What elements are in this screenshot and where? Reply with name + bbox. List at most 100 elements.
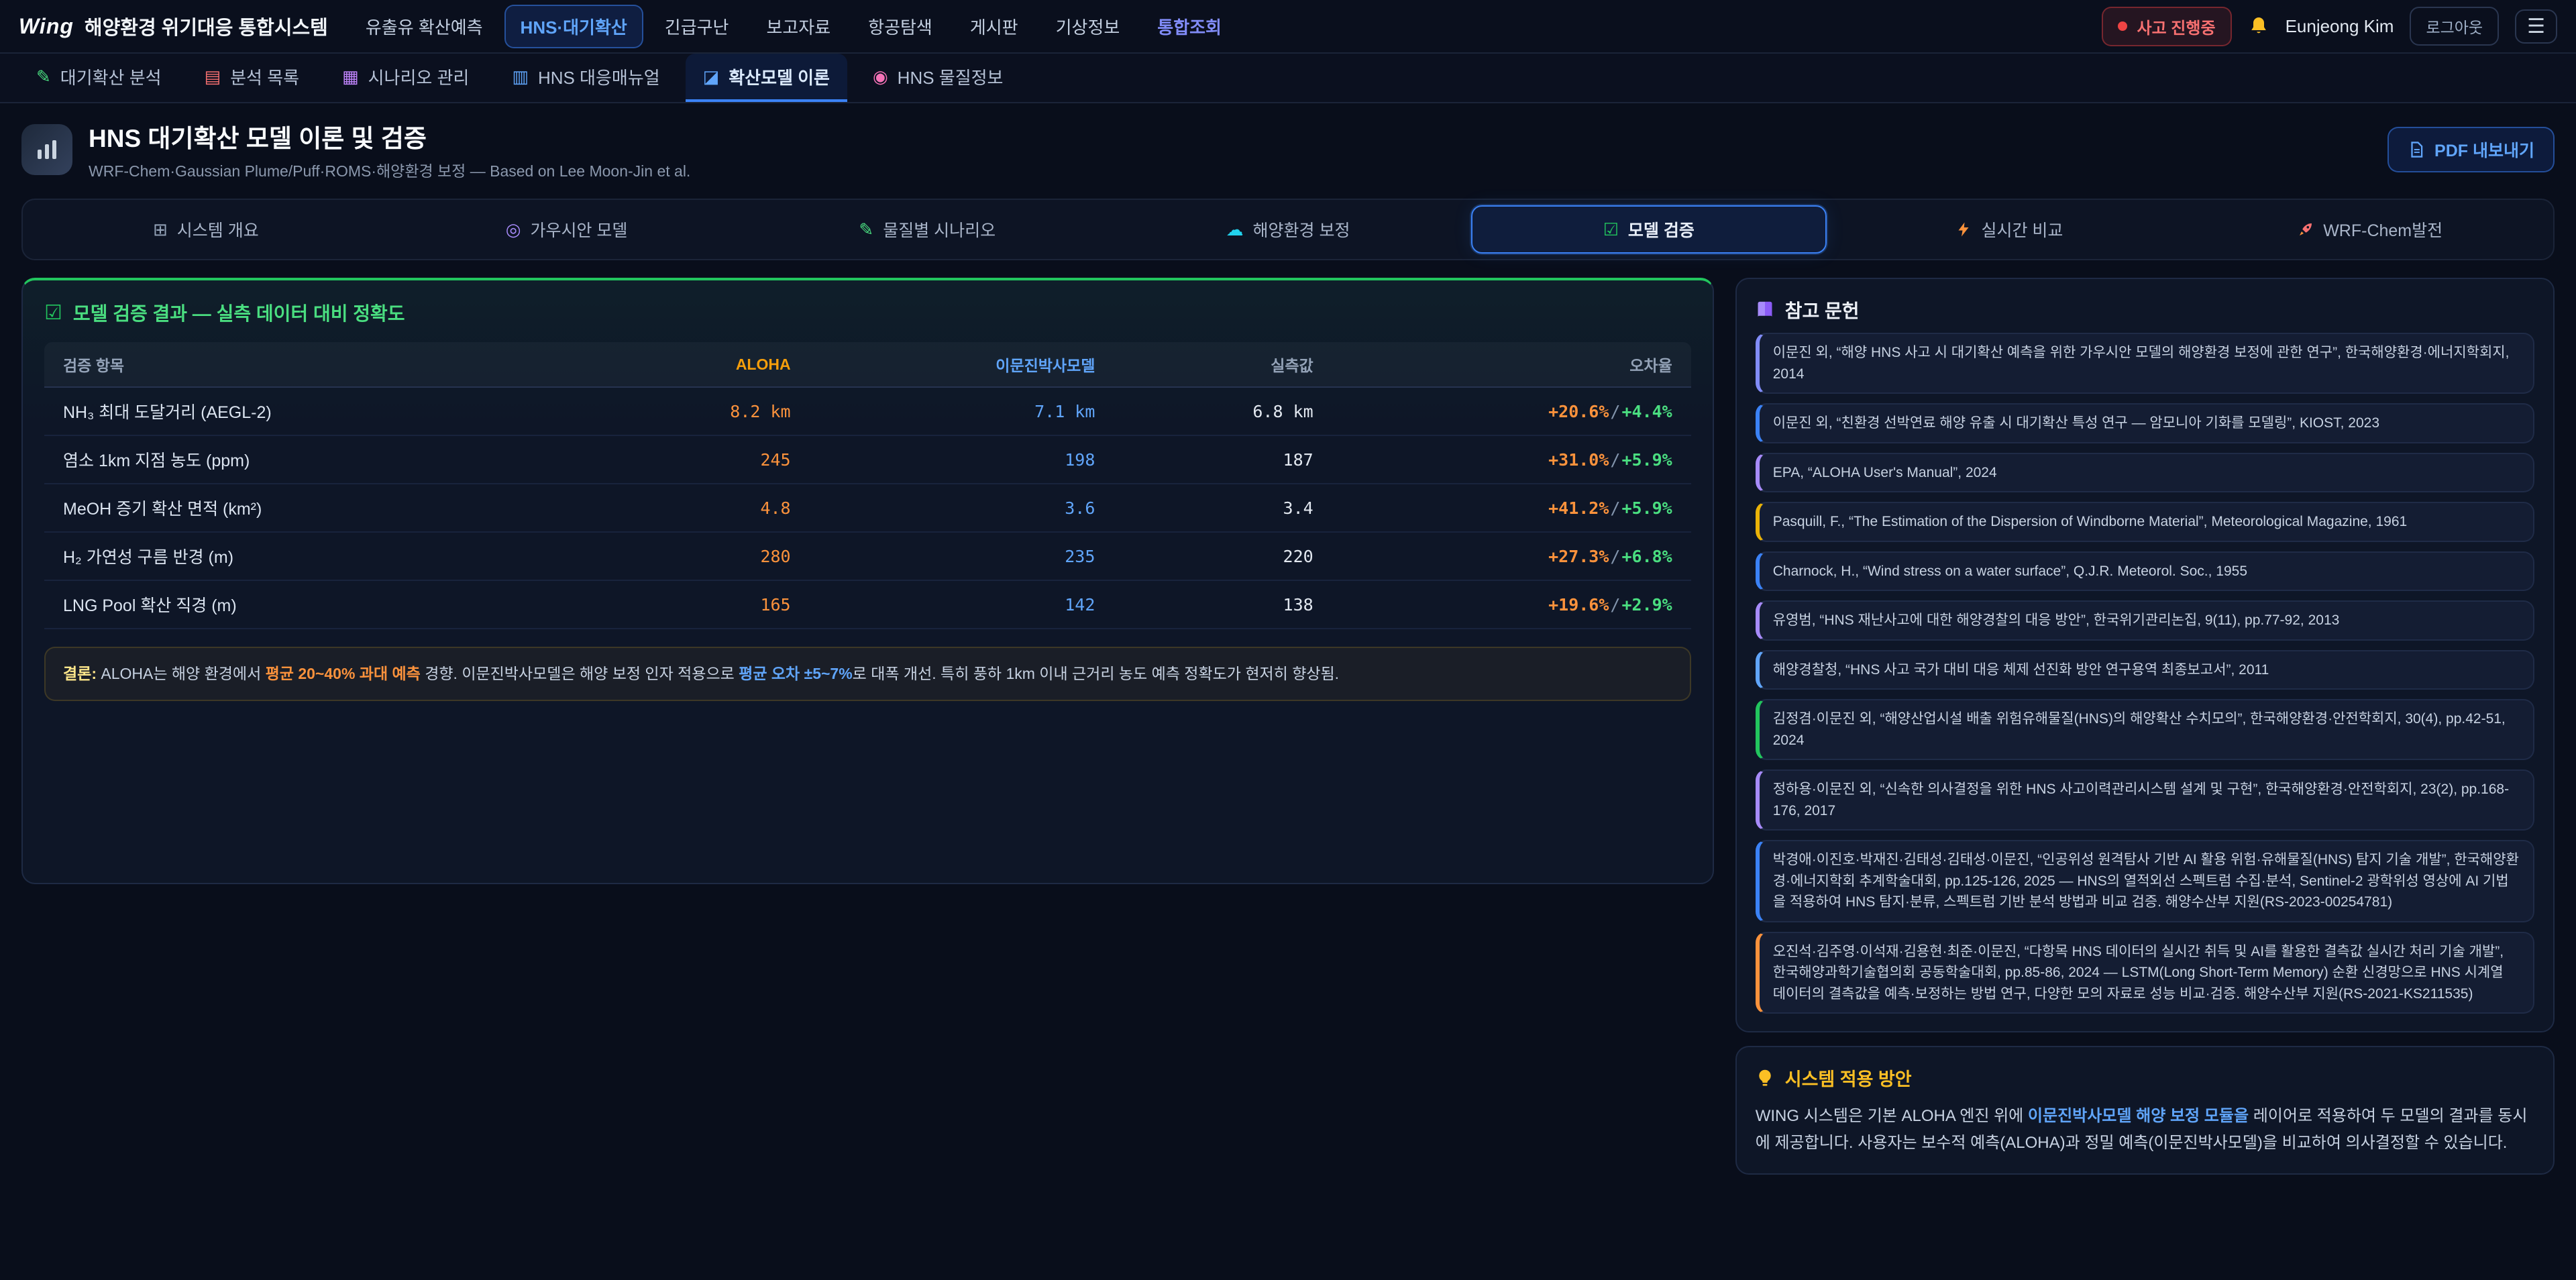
right-column: 참고 문헌 이문진 외, “해양 HNS 사고 시 대기확산 예측을 위한 가우… xyxy=(1735,278,2555,1175)
validation-title-row: ☑ 모델 검증 결과 — 실측 데이터 대비 정확도 xyxy=(44,299,1691,326)
navbar-menu: 유출유 확산예측 HNS·대기확산 긴급구난 보고자료 항공탐색 게시판 기상정… xyxy=(350,5,2081,48)
hamburger-menu-icon[interactable]: ☰ xyxy=(2515,9,2557,44)
subnav-label: HNS 대응매뉴얼 xyxy=(538,64,660,89)
reference-item: EPA, “ALOHA User's Manual”, 2024 xyxy=(1756,453,2534,493)
error-cell: +19.6%+2.9% xyxy=(1332,580,1691,629)
tab-model-validation[interactable]: ☑ 모델 검증 xyxy=(1471,205,1827,254)
column-header-aloha: ALOHA xyxy=(591,342,809,387)
page-header: HNS 대기확산 모델 이론 및 검증 WRF-Chem·Gaussian Pl… xyxy=(0,103,2576,196)
blue-book-icon: ▥ xyxy=(512,68,529,85)
reference-item: 김정겸·이문진 외, “해양산업시설 배출 위험유해물질(HNS)의 해양확산 … xyxy=(1756,699,2534,760)
tab-marine-correction[interactable]: ☁ 해양환경 보정 xyxy=(1110,205,1466,254)
logout-button[interactable]: 로그아웃 xyxy=(2410,7,2499,46)
reference-item: 유영범, “HNS 재난사고에 대한 해양경찰의 대응 방안”, 한국위기관리논… xyxy=(1756,600,2534,641)
incident-status-label: 사고 진행중 xyxy=(2137,15,2215,38)
reference-item: 오진석·김주영·이석재·김용현·최준·이문진, “다항목 HNS 데이터의 실시… xyxy=(1756,932,2534,1014)
table-row: H₂ 가연성 구름 반경 (m) 280 235 220 +27.3%+6.8% xyxy=(44,532,1691,580)
top-navbar: Wing 해양환경 위기대응 통합시스템 유출유 확산예측 HNS·대기확산 긴… xyxy=(0,0,2576,54)
column-header-measured: 실측값 xyxy=(1114,342,1332,387)
pill-icon: ◉ xyxy=(873,68,888,85)
chart-icon: ◪ xyxy=(703,68,720,85)
rocket-icon xyxy=(2298,221,2314,237)
table-row: NH₃ 최대 도달거리 (AEGL-2) 8.2 km 7.1 km 6.8 k… xyxy=(44,387,1691,435)
gaussian-circle-icon: ◎ xyxy=(506,221,521,238)
column-header-model: 이문진박사모델 xyxy=(810,342,1114,387)
tab-substance-scenarios[interactable]: ✎ 물질별 시나리오 xyxy=(749,205,1105,254)
references-card: 참고 문헌 이문진 외, “해양 HNS 사고 시 대기확산 예측을 위한 가우… xyxy=(1735,278,2555,1032)
nav-item-aerial-search[interactable]: 항공탐색 xyxy=(852,5,949,48)
tab-label: 물질별 시나리오 xyxy=(883,217,996,242)
page-subtitle: WRF-Chem·Gaussian Plume/Puff·ROMS·해양환경 보… xyxy=(89,158,690,181)
user-name: Eunjeong Kim xyxy=(2286,16,2394,37)
references-list: 이문진 외, “해양 HNS 사고 시 대기확산 예측을 위한 가우시안 모델의… xyxy=(1756,333,2534,1014)
brand: Wing 해양환경 위기대응 통합시스템 xyxy=(19,12,328,40)
reference-item: 해양경찰청, “HNS 사고 국가 대비 대응 체제 선진화 방안 연구용역 최… xyxy=(1756,650,2534,690)
reference-item: 이문진 외, “해양 HNS 사고 시 대기확산 예측을 위한 가우시안 모델의… xyxy=(1756,333,2534,394)
tab-system-overview[interactable]: ⊞ 시스템 개요 xyxy=(28,205,384,254)
folder-icon: ▦ xyxy=(342,68,359,85)
red-book-icon: ▤ xyxy=(205,68,221,85)
subnav-item-atmos-analysis[interactable]: ✎ 대기확산 분석 xyxy=(19,54,179,102)
main-content: ☑ 모델 검증 결과 — 실측 데이터 대비 정확도 검증 항목 ALOHA 이… xyxy=(0,278,2576,1207)
content-tabs: ⊞ 시스템 개요 ◎ 가우시안 모델 ✎ 물질별 시나리오 ☁ 해양환경 보정 … xyxy=(21,199,2555,260)
reference-item: 박경애·이진호·박재진·김태성·김태성·이문진, “인공위성 원격탐사 기반 A… xyxy=(1756,840,2534,922)
lightning-icon xyxy=(1955,221,1972,237)
tab-label: 실시간 비교 xyxy=(1981,217,2063,242)
reference-item: 이문진 외, “친환경 선박연료 해양 유출 시 대기확산 특성 연구 — 암모… xyxy=(1756,403,2534,443)
subnav-label: 시나리오 관리 xyxy=(368,64,470,89)
page-title: HNS 대기확산 모델 이론 및 검증 xyxy=(89,118,690,154)
pdf-export-button[interactable]: PDF 내보내기 xyxy=(2387,127,2555,172)
subnav-item-model-theory[interactable]: ◪ 확산모델 이론 xyxy=(686,54,847,102)
page-chart-tile-icon xyxy=(21,124,72,175)
tab-gaussian-model[interactable]: ◎ 가우시안 모델 xyxy=(389,205,745,254)
column-header-error: 오차율 xyxy=(1332,342,1691,387)
nav-item-rescue[interactable]: 긴급구난 xyxy=(649,5,745,48)
table-row: LNG Pool 확산 직경 (m) 165 142 138 +19.6%+2.… xyxy=(44,580,1691,629)
page-title-block: HNS 대기확산 모델 이론 및 검증 WRF-Chem·Gaussian Pl… xyxy=(89,118,690,181)
pencil-icon: ✎ xyxy=(36,68,51,85)
navbar-right: 사고 진행중 Eunjeong Kim 로그아웃 ☰ xyxy=(2102,7,2557,46)
alert-dot-icon xyxy=(2118,21,2127,31)
nav-item-reports[interactable]: 보고자료 xyxy=(750,5,847,48)
brand-title: 해양환경 위기대응 통합시스템 xyxy=(85,12,328,40)
application-paragraph: WING 시스템은 기본 ALOHA 엔진 위에 이문진박사모델 해양 보정 모… xyxy=(1756,1103,2534,1156)
subnav-item-hns-manual[interactable]: ▥ HNS 대응매뉴얼 xyxy=(494,54,677,102)
error-cell: +31.0%+5.9% xyxy=(1332,435,1691,484)
error-cell: +41.2%+5.9% xyxy=(1332,484,1691,532)
error-cell: +20.6%+4.4% xyxy=(1332,387,1691,435)
check-square-icon: ☑ xyxy=(44,301,62,325)
nav-item-hns-atmos[interactable]: HNS·대기확산 xyxy=(504,5,643,48)
reference-item: Pasquill, F., “The Estimation of the Dis… xyxy=(1756,502,2534,542)
cloud-icon: ☁ xyxy=(1226,221,1244,238)
reference-item: Charnock, H., “Wind stress on a water su… xyxy=(1756,551,2534,592)
nav-item-oil-spill[interactable]: 유출유 확산예측 xyxy=(350,5,499,48)
table-header-row: 검증 항목 ALOHA 이문진박사모델 실측값 오차율 xyxy=(44,342,1691,387)
conclusion-note-text: 결론: ALOHA는 해양 환경에서 평균 20~40% 과대 예측 경향. 이… xyxy=(63,665,1339,682)
nav-item-integrated-search[interactable]: 통합조회 xyxy=(1141,5,1238,48)
tab-realtime-compare[interactable]: 실시간 비교 xyxy=(1832,205,2188,254)
tab-label: WRF-Chem발전 xyxy=(2323,217,2443,242)
tab-label: 가우시안 모델 xyxy=(530,217,627,242)
subnav-item-scenario-manage[interactable]: ▦ 시나리오 관리 xyxy=(325,54,486,102)
tab-label: 모델 검증 xyxy=(1628,217,1695,242)
nav-item-board[interactable]: 게시판 xyxy=(954,5,1034,48)
books-icon xyxy=(1756,301,1774,319)
validation-table-body: NH₃ 최대 도달거리 (AEGL-2) 8.2 km 7.1 km 6.8 k… xyxy=(44,387,1691,629)
references-title: 참고 문헌 xyxy=(1785,297,1860,323)
bell-icon xyxy=(2248,15,2269,37)
validation-title: 모델 검증 결과 — 실측 데이터 대비 정확도 xyxy=(73,299,405,326)
subnav-item-hns-substance-info[interactable]: ◉ HNS 물질정보 xyxy=(855,54,1021,102)
application-title-row: 시스템 적용 방안 xyxy=(1756,1065,2534,1091)
nav-item-weather[interactable]: 기상정보 xyxy=(1040,5,1136,48)
subnav-item-analysis-list[interactable]: ▤ 분석 목록 xyxy=(187,54,317,102)
subnav: ✎ 대기확산 분석 ▤ 분석 목록 ▦ 시나리오 관리 ▥ HNS 대응매뉴얼 … xyxy=(0,54,2576,103)
check-square-icon: ☑ xyxy=(1603,221,1619,238)
conclusion-note: 결론: ALOHA는 해양 환경에서 평균 20~40% 과대 예측 경향. 이… xyxy=(44,647,1691,701)
lightbulb-icon xyxy=(1756,1069,1774,1087)
notifications-button[interactable] xyxy=(2248,15,2269,37)
application-card: 시스템 적용 방안 WING 시스템은 기본 ALOHA 엔진 위에 이문진박사… xyxy=(1735,1046,2555,1175)
document-icon xyxy=(2408,141,2425,158)
tab-wrf-chem[interactable]: WRF-Chem발전 xyxy=(2192,205,2548,254)
pdf-export-label: PDF 내보내기 xyxy=(2434,138,2534,162)
error-cell: +27.3%+6.8% xyxy=(1332,532,1691,580)
